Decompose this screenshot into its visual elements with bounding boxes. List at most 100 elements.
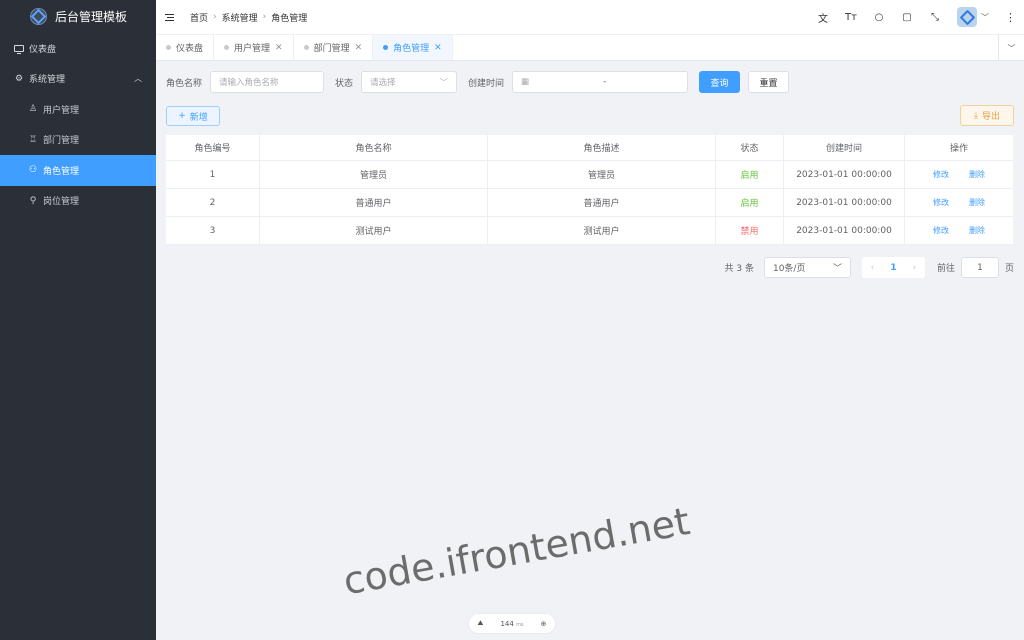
sidebar-item-system[interactable]: ⚙ 系统管理 ︿	[0, 64, 156, 95]
target-icon[interactable]: ⊕	[541, 620, 547, 628]
tab-label: 仪表盘	[176, 44, 204, 54]
theme-icon[interactable]: ▢	[893, 12, 921, 23]
delete-link[interactable]: 删除	[969, 169, 985, 180]
sidebar-item-dashboard[interactable]: 仪表盘	[0, 33, 156, 64]
date-separator: -	[603, 77, 607, 87]
breadcrumb-item: 角色管理	[271, 13, 308, 24]
sidebar-item-departments[interactable]: ♖ 部门管理	[0, 125, 156, 156]
sidebar-item-posts[interactable]: ⚲ 岗位管理	[0, 186, 156, 217]
cell-desc: 普通用户	[488, 189, 716, 216]
table-row: 1 管理员 管理员 启用 2023-01-01 00:00:00 修改 删除	[166, 161, 1013, 189]
table-row: 3 测试用户 测试用户 禁用 2023-01-01 00:00:00 修改 删除	[166, 217, 1013, 245]
sidebar: 后台管理模板 仪表盘 ⚙ 系统管理 ︿ ♙ 用户管理 ♖ 部门管理 ⚇ 角色管理…	[0, 0, 156, 640]
chevron-up-icon: ︿	[134, 74, 142, 84]
role-name-label: 角色名称	[166, 78, 203, 89]
close-icon[interactable]: ✕	[434, 43, 442, 53]
calendar-icon: ▦	[521, 77, 530, 87]
sidebar-item-label: 部门管理	[43, 136, 80, 147]
close-icon[interactable]: ✕	[275, 43, 283, 53]
cell-created: 2023-01-01 00:00:00	[784, 189, 905, 216]
goto-page-input[interactable]: 1	[960, 257, 999, 278]
next-page-icon[interactable]: ›	[904, 263, 925, 273]
table-row: 2 普通用户 普通用户 启用 2023-01-01 00:00:00 修改 删除	[166, 189, 1013, 217]
mountain-icon: ⛰	[477, 619, 484, 627]
header: 首页 › 系统管理 › 角色管理 文 Tт ○ ▢ ⤡ ﹀ ⋮	[156, 0, 1024, 34]
cell-desc: 测试用户	[488, 217, 716, 244]
prev-page-icon[interactable]: ‹	[862, 263, 883, 273]
reset-button[interactable]: 重置	[748, 71, 790, 93]
cell-actions: 修改 删除	[905, 161, 1013, 188]
delete-link[interactable]: 删除	[969, 197, 985, 208]
cell-id: 2	[166, 189, 260, 216]
add-button[interactable]: + 新增	[166, 106, 220, 126]
gear-icon: ⚙	[14, 73, 24, 84]
download-icon: ⤓	[974, 110, 978, 121]
search-form: 角色名称 请输入角色名称 状态 请选择 ﹀ 创建时间 ▦ - 查询 重置	[166, 71, 790, 93]
column-header: 操作	[949, 144, 968, 154]
chevron-down-icon: ﹀	[832, 264, 842, 274]
cell-created: 2023-01-01 00:00:00	[784, 161, 905, 188]
logo-row[interactable]: 后台管理模板	[0, 0, 156, 33]
chevron-right-icon: ›	[262, 12, 267, 22]
status-select[interactable]: 请选择 ﹀	[361, 71, 458, 93]
roles-table: 角色编号 角色名称 角色描述 状态 创建时间 操作 1 管理员 管理员 启用 2…	[166, 135, 1013, 245]
tab-dot-icon	[224, 45, 230, 50]
chevron-right-icon: ›	[213, 12, 217, 22]
export-button[interactable]: ⤓ 导出	[960, 105, 1014, 126]
column-header: 角色描述	[488, 135, 716, 160]
perf-monitor: ⛰ 144 ms ⊕	[469, 614, 555, 633]
font-size-icon[interactable]: Tт	[837, 12, 865, 23]
close-icon[interactable]: ✕	[355, 43, 363, 53]
search-icon[interactable]: ○	[865, 12, 893, 23]
role-icon: ⚇	[28, 165, 38, 176]
more-vertical-icon[interactable]: ⋮	[1005, 11, 1016, 24]
breadcrumb: 首页 › 系统管理 › 角色管理	[190, 11, 307, 24]
fullscreen-exit-icon[interactable]: ⤡	[921, 12, 949, 23]
cell-name: 管理员	[260, 161, 488, 188]
sidebar-item-roles[interactable]: ⚇ 角色管理	[0, 155, 156, 186]
edit-link[interactable]: 修改	[933, 197, 949, 208]
edit-link[interactable]: 修改	[933, 169, 949, 180]
total-count: 共 3 条	[724, 264, 754, 274]
avatar[interactable]	[957, 7, 977, 27]
tab-roles[interactable]: 角色管理 ✕	[373, 35, 453, 60]
query-button[interactable]: 查询	[699, 71, 741, 93]
tabs-dropdown-icon[interactable]: ﹀	[998, 35, 1024, 61]
tab-departments[interactable]: 部门管理 ✕	[294, 35, 374, 60]
breadcrumb-item[interactable]: 首页	[190, 11, 208, 24]
current-page[interactable]: 1	[883, 263, 904, 273]
monitor-icon	[14, 43, 24, 54]
tabs-bar: 仪表盘 用户管理 ✕ 部门管理 ✕ 角色管理 ✕ ﹀	[156, 34, 1024, 61]
cell-actions: 修改 删除	[905, 189, 1013, 216]
date-range-picker[interactable]: ▦ -	[512, 71, 689, 93]
column-header: 角色名称	[260, 135, 488, 160]
edit-link[interactable]: 修改	[933, 225, 949, 236]
pagination: 共 3 条 10条/页 ﹀ ‹ 1 › 前往 1 页	[725, 257, 1014, 278]
page-unit-label: 页	[1004, 264, 1014, 274]
app-title: 后台管理模板	[55, 10, 128, 24]
translate-icon[interactable]: 文	[809, 10, 837, 25]
delete-link[interactable]: 删除	[969, 225, 985, 236]
column-header: 创建时间	[784, 135, 905, 160]
tab-dot-icon	[383, 45, 389, 50]
role-name-input[interactable]: 请输入角色名称	[210, 71, 325, 93]
tab-dashboard[interactable]: 仪表盘	[156, 35, 215, 60]
cell-name: 测试用户	[260, 217, 488, 244]
tab-dot-icon	[166, 45, 171, 50]
page-size-select[interactable]: 10条/页 ﹀	[763, 257, 851, 278]
header-tools: 文 Tт ○ ▢ ⤡ ﹀ ⋮	[809, 0, 1024, 34]
add-button-label: 新增	[189, 112, 208, 123]
tab-label: 角色管理	[393, 44, 430, 54]
tab-users[interactable]: 用户管理 ✕	[214, 35, 294, 60]
status-label: 状态	[335, 78, 354, 89]
cell-actions: 修改 删除	[905, 217, 1013, 244]
menu-toggle-icon[interactable]	[165, 13, 174, 21]
chevron-down-icon: ﹀	[439, 78, 449, 88]
table-header-row: 角色编号 角色名称 角色描述 状态 创建时间 操作	[166, 135, 1013, 161]
chevron-down-icon[interactable]: ﹀	[981, 12, 989, 23]
tab-label: 部门管理	[313, 44, 350, 54]
sidebar-item-users[interactable]: ♙ 用户管理	[0, 94, 156, 125]
status-badge: 禁用	[716, 217, 784, 244]
status-badge: 启用	[716, 161, 784, 188]
tab-label: 用户管理	[234, 44, 271, 54]
